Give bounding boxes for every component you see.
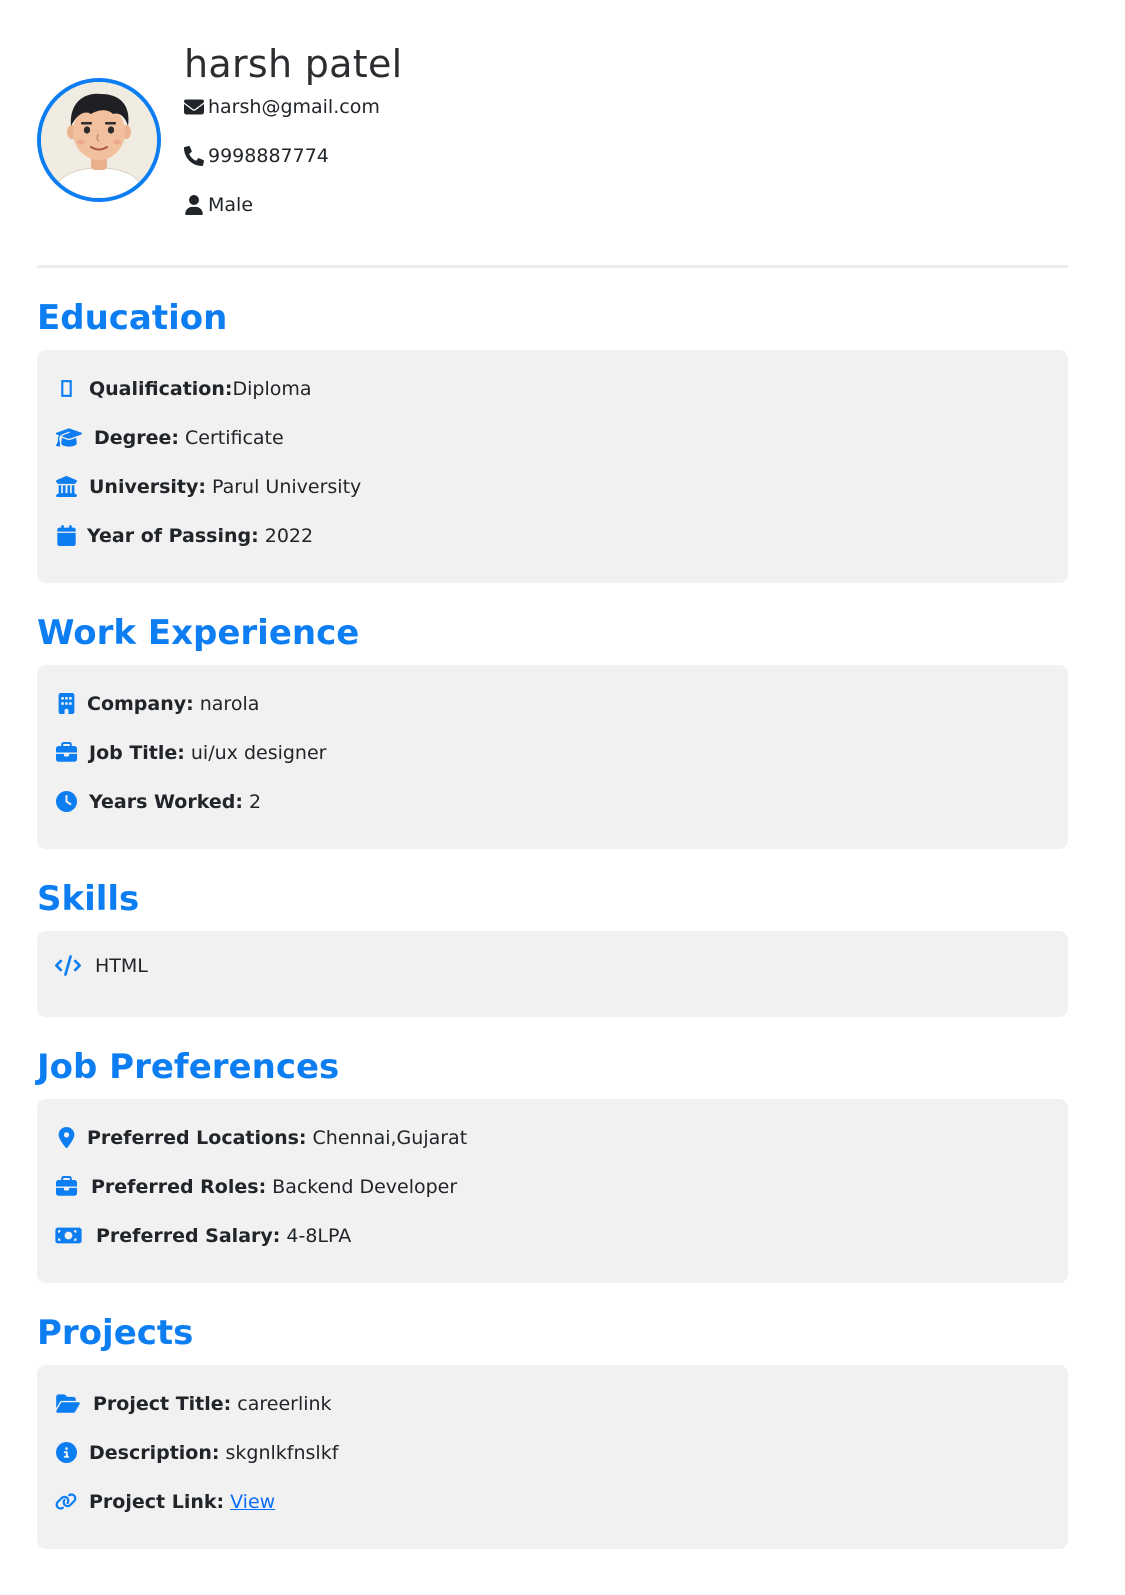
degree-row: Degree: Certificate [55,413,1050,462]
missing-glyph-icon [55,378,77,400]
education-heading: Education [37,298,228,338]
job-title-label: Job Title: [89,741,185,764]
years-worked-label: Years Worked: [89,790,243,813]
skill-name: HTML [95,954,148,977]
university-row: University: Parul University [55,462,1050,511]
clock-icon [55,791,77,813]
roles-label: Preferred Roles: [91,1175,267,1198]
preferences-heading: Job Preferences [37,1047,340,1087]
location-pin-icon [55,1127,77,1149]
profile-header: harsh patel harsh@gmail.com 9998887774 M… [37,0,1068,230]
qualification-value: Diploma [232,377,312,400]
job-title-value: ui/ux designer [190,741,327,764]
skills-card: HTML [37,931,1068,1017]
year-value: 2022 [264,524,314,547]
education-card: Qualification: Diploma Degree: Certifica… [37,350,1068,583]
phone-icon [184,145,204,166]
company-label: Company: [87,692,194,715]
skill-item: HTML [55,941,1050,990]
locations-value: Chennai,Gujarat [312,1126,468,1149]
locations-label: Preferred Locations: [87,1126,307,1149]
building-icon [55,693,77,715]
phone-row: 9998887774 [184,131,403,180]
info-circle-icon [55,1442,77,1464]
money-bill-icon [55,1225,82,1247]
projects-heading: Projects [37,1313,194,1353]
briefcase-icon [55,1176,77,1198]
degree-value: Certificate [185,426,284,449]
skills-heading: Skills [37,879,140,919]
avatar-illustration-icon [41,82,157,198]
salary-label: Preferred Salary: [96,1224,281,1247]
work-card: Company: narola Job Title: ui/ux designe… [37,665,1068,849]
company-value: narola [199,692,260,715]
year-row: Year of Passing: 2022 [55,511,1050,560]
year-label: Year of Passing: [87,524,259,547]
gender-row: Male [184,180,403,229]
code-icon [55,955,81,977]
description-row: Description: skgnlkfnslkf [55,1428,1050,1477]
calendar-icon [55,525,77,547]
link-icon [55,1491,77,1513]
years-worked-value: 2 [248,790,262,813]
job-title-row: Job Title: ui/ux designer [55,728,1050,777]
profile-phone: 9998887774 [208,144,329,167]
graduation-cap-icon [55,427,82,449]
qualification-label: Qualification: [89,377,233,400]
profile-gender: Male [208,193,254,216]
university-icon [55,476,77,498]
work-heading: Work Experience [37,613,360,653]
profile-name: harsh patel [184,42,403,86]
user-icon [184,194,204,215]
years-worked-row: Years Worked: 2 [55,777,1050,826]
university-value: Parul University [212,475,362,498]
project-title-label: Project Title: [93,1392,232,1415]
project-view-link[interactable]: View [230,1491,275,1513]
preferences-card: Preferred Locations: Chennai,Gujarat Pre… [37,1099,1068,1283]
description-label: Description: [89,1441,220,1464]
qualification-row: Qualification: Diploma [55,364,1050,413]
description-value: skgnlkfnslkf [225,1441,339,1464]
roles-row: Preferred Roles: Backend Developer [55,1162,1050,1211]
folder-open-icon [55,1393,80,1415]
briefcase-icon [55,742,77,764]
locations-row: Preferred Locations: Chennai,Gujarat [55,1113,1050,1162]
profile-info: harsh patel harsh@gmail.com 9998887774 M… [184,38,403,229]
university-label: University: [89,475,206,498]
profile-page: harsh patel harsh@gmail.com 9998887774 M… [37,0,1068,1549]
salary-value: 4-8LPA [286,1224,352,1247]
envelope-icon [184,97,204,117]
roles-value: Backend Developer [272,1175,458,1198]
degree-label: Degree: [94,426,179,449]
salary-row: Preferred Salary: 4-8LPA [55,1211,1050,1260]
company-row: Company: narola [55,679,1050,728]
avatar [37,78,161,202]
project-title-row: Project Title: careerlink [55,1379,1050,1428]
profile-email: harsh@gmail.com [208,95,380,118]
project-link-row: Project Link: View [55,1477,1050,1526]
project-title-value: careerlink [237,1392,332,1415]
header-divider [37,265,1068,268]
projects-card: Project Title: careerlink Description: s… [37,1365,1068,1549]
project-link-label: Project Link: [89,1490,225,1513]
